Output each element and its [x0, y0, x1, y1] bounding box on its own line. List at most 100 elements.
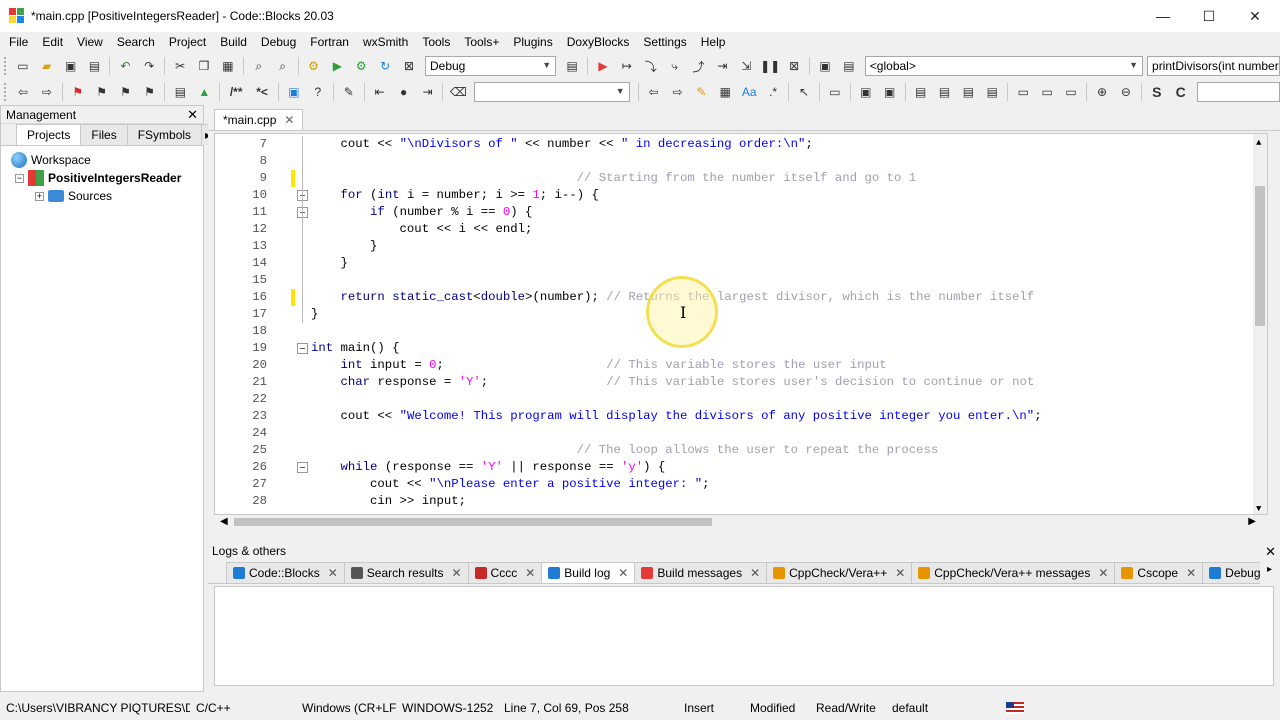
highlight-all-icon[interactable]: ✎ — [691, 82, 711, 102]
code-line[interactable]: 28 cin >> input; — [215, 493, 1255, 510]
debug-info-icon[interactable]: ▤ — [839, 56, 859, 76]
code-line[interactable]: 8 — [215, 153, 1255, 170]
cut-icon[interactable]: ✂ — [170, 56, 190, 76]
paste-icon[interactable]: ▦ — [218, 56, 238, 76]
log-tab-code-blocks[interactable]: Code::Blocks ✕ — [226, 562, 345, 583]
code-line[interactable]: 17} — [215, 306, 1255, 323]
wx-panel-icon[interactable]: ▤ — [982, 82, 1002, 102]
collapse-icon[interactable]: − — [15, 173, 24, 183]
code-line[interactable]: 9 // Starting from the number itself and… — [215, 170, 1255, 187]
tab-scroll-right-icon[interactable]: ▸ — [1267, 564, 1272, 575]
menu-tools-[interactable]: Tools+ — [457, 32, 506, 52]
tree-workspace[interactable]: Workspace — [1, 151, 203, 169]
code-line[interactable]: 14 } — [215, 255, 1255, 272]
next-instruction-icon[interactable]: ⇥ — [712, 56, 732, 76]
log-tab-debugger[interactable]: Debugger✕ — [1202, 562, 1260, 583]
code-line[interactable]: 16 return static_cast<double>(number); /… — [215, 289, 1255, 306]
log-tab-build-messages[interactable]: Build messages ✕ — [634, 562, 768, 583]
wx-choice-icon[interactable]: ▭ — [1061, 82, 1081, 102]
code-line[interactable]: 13 } — [215, 238, 1255, 255]
zoom-in-icon[interactable]: ⊕ — [1092, 82, 1112, 102]
step-into-instruction-icon[interactable]: ⇲ — [736, 56, 756, 76]
copy-icon[interactable]: ❐ — [194, 56, 214, 76]
close-icon[interactable]: ✕ — [187, 107, 198, 123]
log-tab-cccc[interactable]: Cccc ✕ — [467, 562, 543, 583]
log-tab-build-log[interactable]: Build log ✕ — [541, 562, 636, 583]
open-file-icon[interactable]: ▰ — [37, 56, 57, 76]
build-run-icon[interactable]: ⚙ — [351, 56, 371, 76]
search-next-icon[interactable]: ⇨ — [668, 82, 688, 102]
debug-windows-icon[interactable]: ▣ — [815, 56, 835, 76]
menu-tools[interactable]: Tools — [415, 32, 457, 52]
code-line[interactable]: 10 for (int i = number; i >= 1; i--) { — [215, 187, 1255, 204]
code-completion-icon[interactable]: ▤ — [170, 82, 190, 102]
toggle-bookmark-icon[interactable]: ⚑ — [68, 82, 88, 102]
jump-back-icon[interactable]: ⇦ — [13, 82, 33, 102]
clear-search-icon[interactable]: ⌫ — [448, 82, 468, 102]
pause-icon[interactable]: ❚❚ — [760, 56, 780, 76]
log-tab-cppcheck-vera-[interactable]: CppCheck/Vera++ ✕ — [766, 562, 913, 583]
close-icon[interactable]: ✕ — [451, 566, 461, 580]
wx-toolbar-icon[interactable]: ▤ — [935, 82, 955, 102]
build-log-output[interactable] — [214, 586, 1274, 686]
abort-icon[interactable]: ⊠ — [399, 56, 419, 76]
menu-file[interactable]: File — [2, 32, 35, 52]
code-line[interactable]: 27 cout << "\nPlease enter a positive in… — [215, 476, 1255, 493]
expand-icon[interactable]: + — [35, 191, 44, 201]
close-icon[interactable]: ✕ — [525, 566, 535, 580]
run-icon[interactable]: ▶ — [327, 56, 347, 76]
fold-toggle-icon[interactable] — [297, 462, 308, 473]
symbol-s-icon[interactable]: S — [1147, 82, 1167, 102]
wx-image-icon[interactable]: ▣ — [856, 82, 876, 102]
menu-project[interactable]: Project — [162, 32, 213, 52]
target-options-icon[interactable]: ▤ — [562, 56, 582, 76]
redo-icon[interactable]: ↷ — [139, 56, 159, 76]
regex-icon[interactable]: .* — [763, 82, 783, 102]
menu-help[interactable]: Help — [694, 32, 733, 52]
build-target-select[interactable]: Debug ▼ — [424, 56, 557, 76]
doxy-help-icon[interactable]: ? — [308, 82, 328, 102]
log-tab-search-results[interactable]: Search results ✕ — [343, 562, 469, 583]
doxywizard-icon[interactable]: ▣ — [284, 82, 304, 102]
replace-icon[interactable]: ⌕ — [273, 56, 293, 76]
new-file-icon[interactable]: ▭ — [13, 56, 33, 76]
code-line[interactable]: 11 if (number % i == 0) { — [215, 204, 1255, 221]
close-icon[interactable]: ✕ — [1265, 544, 1276, 560]
tab-projects[interactable]: Projects — [16, 124, 82, 145]
extract-icon[interactable]: ✎ — [339, 82, 359, 102]
save-icon[interactable]: ▣ — [61, 56, 81, 76]
clear-bookmarks-icon[interactable]: ⚑ — [140, 82, 160, 102]
fold-toggle-icon[interactable] — [297, 343, 308, 354]
code-line[interactable]: 24 — [215, 425, 1255, 442]
symbol-c-icon[interactable]: C — [1171, 82, 1191, 102]
menu-edit[interactable]: Edit — [35, 32, 70, 52]
close-icon[interactable]: ✕ — [284, 113, 294, 127]
menu-doxyblocks[interactable]: DoxyBlocks — [560, 32, 637, 52]
menu-debug[interactable]: Debug — [254, 32, 303, 52]
wx-button-icon[interactable]: ▭ — [1013, 82, 1033, 102]
editor-vertical-scrollbar[interactable]: ▲ ▼ — [1253, 134, 1267, 514]
search-prev-icon[interactable]: ⇦ — [644, 82, 664, 102]
symbol-search-input[interactable] — [1196, 82, 1280, 102]
menu-build[interactable]: Build — [213, 32, 254, 52]
build-gear-icon[interactable]: ⚙ — [304, 56, 324, 76]
select-pointer-icon[interactable]: ↖ — [794, 82, 814, 102]
menu-plugins[interactable]: Plugins — [506, 32, 559, 52]
menu-view[interactable]: View — [70, 32, 110, 52]
run-to-cursor-icon[interactable]: ↦ — [617, 56, 637, 76]
menu-wxsmith[interactable]: wxSmith — [356, 32, 415, 52]
toolbar-grip[interactable] — [4, 57, 8, 75]
selected-only-icon[interactable]: ▦ — [715, 82, 735, 102]
stop-debug-icon[interactable]: ⊠ — [784, 56, 804, 76]
tree-project[interactable]: − PositiveIntegersReader — [1, 169, 203, 187]
scope-select[interactable]: <global> ▼ — [864, 56, 1144, 76]
code-line[interactable]: 7 cout << "\nDivisors of " << number << … — [215, 136, 1255, 153]
code-line[interactable]: 21 char response = 'Y'; // This variable… — [215, 374, 1255, 391]
log-tab-cppcheck-vera-messages[interactable]: CppCheck/Vera++ messages ✕ — [911, 562, 1116, 583]
wx-statusbar-icon[interactable]: ▤ — [958, 82, 978, 102]
wx-dialog-icon[interactable]: ▣ — [880, 82, 900, 102]
code-editor[interactable]: 28 cin >> input; 27 cout << "\nPlease ent… — [214, 133, 1268, 515]
close-icon[interactable]: ✕ — [895, 566, 905, 580]
function-select[interactable]: printDivisors(int number — [1147, 56, 1280, 76]
menu-fortran[interactable]: Fortran — [303, 32, 356, 52]
